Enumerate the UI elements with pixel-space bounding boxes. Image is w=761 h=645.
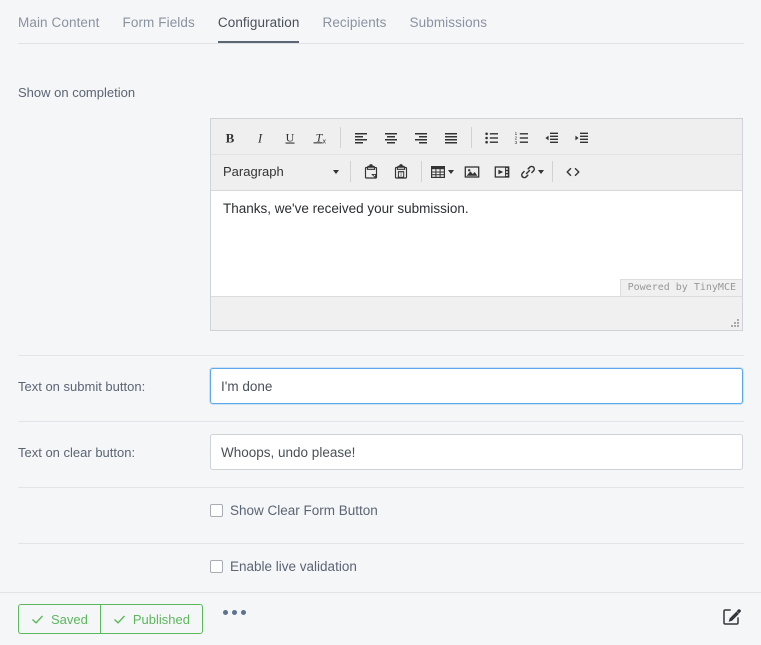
submit-button-text-label: Text on submit button: [18,379,145,394]
show-on-completion-label: Show on completion [18,85,135,100]
svg-text:x: x [322,138,326,145]
svg-text:3: 3 [515,140,518,145]
show-clear-form-button-label[interactable]: Show Clear Form Button [230,503,378,518]
bold-icon[interactable]: B [215,124,245,151]
indent-icon[interactable] [567,124,597,151]
image-icon[interactable] [457,158,487,185]
format-select-value: Paragraph [223,164,284,179]
edit-button[interactable] [721,606,742,630]
dot [232,610,237,615]
submit-button-text-input[interactable] [210,368,743,404]
show-clear-form-button-row[interactable]: Show Clear Form Button [210,503,378,518]
source-code-icon[interactable] [558,158,588,185]
chevron-down-icon [333,170,339,174]
numbered-list-icon[interactable]: 1 2 3 [507,124,537,151]
toolbar-separator [471,127,472,148]
align-left-icon[interactable] [346,124,376,151]
toolbar-separator [552,161,553,182]
enable-live-validation-checkbox[interactable] [210,560,223,573]
editor-toolbar-row-2: Paragraph T [211,154,742,188]
chevron-down-icon [448,170,454,174]
editor-content-area[interactable]: Thanks, we've received your submission. … [211,191,742,296]
tab-submissions[interactable]: Submissions [410,0,488,43]
editor-status-bar [211,296,742,330]
editor-toolbar-row-1: B I U T x [211,121,742,154]
format-select[interactable]: Paragraph [215,158,345,185]
editor-toolbar: B I U T x [211,119,742,191]
clear-formatting-icon[interactable]: T x [305,124,335,151]
align-center-icon[interactable] [376,124,406,151]
dot [241,610,246,615]
svg-text:B: B [226,130,235,145]
bullet-list-icon[interactable] [477,124,507,151]
row-divider [18,421,744,422]
tab-form-fields[interactable]: Form Fields [123,0,195,43]
tab-configuration[interactable]: Configuration [218,0,300,43]
svg-text:U: U [286,130,295,144]
underline-icon[interactable]: U [275,124,305,151]
saved-label: Saved [51,612,88,627]
dot [223,610,228,615]
toolbar-separator [421,161,422,182]
clear-button-text-label: Text on clear button: [18,445,135,460]
saved-button[interactable]: Saved [18,604,100,634]
show-clear-form-button-checkbox[interactable] [210,504,223,517]
tab-main-content[interactable]: Main Content [18,0,100,43]
more-options-button[interactable] [223,610,246,615]
tinymce-branding[interactable]: Powered by TinyMCE [620,279,742,296]
clear-button-text-input[interactable] [210,434,743,470]
completion-message-editor[interactable]: B I U T x [210,118,743,331]
editor-paragraph: Thanks, we've received your submission. [223,201,730,216]
paste-as-text-icon[interactable]: T [386,158,416,185]
published-button[interactable]: Published [100,604,203,634]
toolbar-separator [350,161,351,182]
enable-live-validation-label[interactable]: Enable live validation [230,559,357,574]
align-right-icon[interactable] [406,124,436,151]
action-bar: Saved Published [0,592,761,645]
editor-resize-handle[interactable] [729,317,739,327]
italic-icon[interactable]: I [245,124,275,151]
row-divider [18,487,744,488]
svg-text:I: I [257,130,263,145]
edit-pencil-icon [721,606,742,627]
tab-list: Main Content Form Fields Configuration Reci… [18,0,744,44]
toolbar-separator [340,127,341,148]
published-label: Published [133,612,190,627]
media-icon[interactable] [487,158,517,185]
tab-bar: Main Content Form Fields Configuration Reci… [0,0,761,45]
align-justify-icon[interactable] [436,124,466,151]
status-button-group: Saved Published [18,604,203,634]
chevron-down-icon [538,170,544,174]
row-divider [18,543,744,544]
table-icon[interactable] [427,158,457,185]
check-icon [113,613,126,626]
link-icon[interactable] [517,158,547,185]
enable-live-validation-row[interactable]: Enable live validation [210,559,357,574]
paste-icon[interactable] [356,158,386,185]
check-icon [31,613,44,626]
settings-content: Show on completion B I U T x [0,45,761,592]
tab-recipients[interactable]: Recipients [322,0,386,43]
row-divider [18,355,744,356]
outdent-icon[interactable] [537,124,567,151]
